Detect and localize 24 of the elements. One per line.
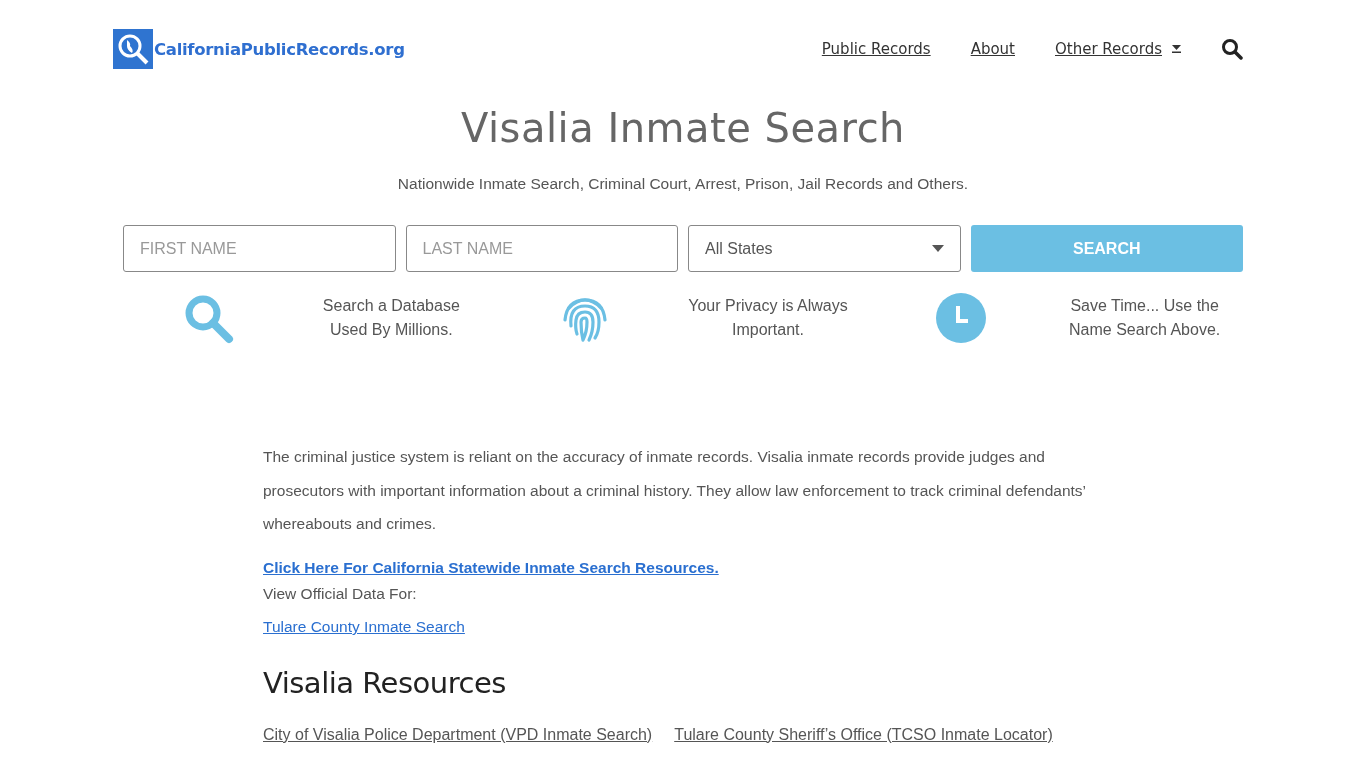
last-name-field[interactable]: LAST NAME — [405, 225, 678, 272]
section-heading: Visalia Resources — [263, 665, 507, 700]
resource-link[interactable]: City of Visalia Police Department (VPD Inmate Search) — [263, 725, 653, 744]
page-title: Visalia Inmate Search — [460, 104, 906, 153]
subtitle: Nationwide Inmate Search, Criminal Court, Arrest, Prison, Jail Records and Others. — [396, 175, 970, 193]
view-label: View Official Data For: — [263, 583, 418, 604]
search-icon[interactable] — [1221, 38, 1243, 60]
feature-text: Your Privacy is Always Important. — [688, 296, 848, 340]
logo-icon — [113, 29, 153, 69]
logo-text[interactable]: CaliforniaPublicRecords.org — [154, 39, 405, 59]
resource-link[interactable]: Tulare County Sheriff’s Office (TCSO Inmate Locator) — [674, 725, 1053, 744]
nav-link[interactable]: Other Records — [1055, 40, 1181, 58]
state-dropdown[interactable]: All States — [688, 225, 961, 272]
feature-text: Save Time... Use the Name Search Above. — [1068, 296, 1222, 340]
statewide-link[interactable]: Click Here For California Statewide Inmate Search Resources. — [263, 558, 719, 577]
county-link[interactable]: Tulare County Inmate Search — [263, 618, 465, 635]
first-name-field[interactable]: FIRST NAME — [123, 225, 396, 272]
nav-link[interactable]: Public Records — [821, 40, 931, 58]
paragraph: The criminal justice system is reliant on the accuracy of inmate records. Visalia inmate records provide judges and prosecutors with important information about a criminal history. They allow law enforcement to track criminal defendants’ whereabouts and crimes. — [263, 447, 1087, 534]
caret-icon — [931, 245, 944, 252]
caret-icon[interactable] — [1172, 45, 1181, 53]
nav-link[interactable]: About — [970, 40, 1015, 58]
clock-icon — [936, 293, 987, 343]
feature-text: Search a Database Used By Millions. — [321, 296, 461, 340]
